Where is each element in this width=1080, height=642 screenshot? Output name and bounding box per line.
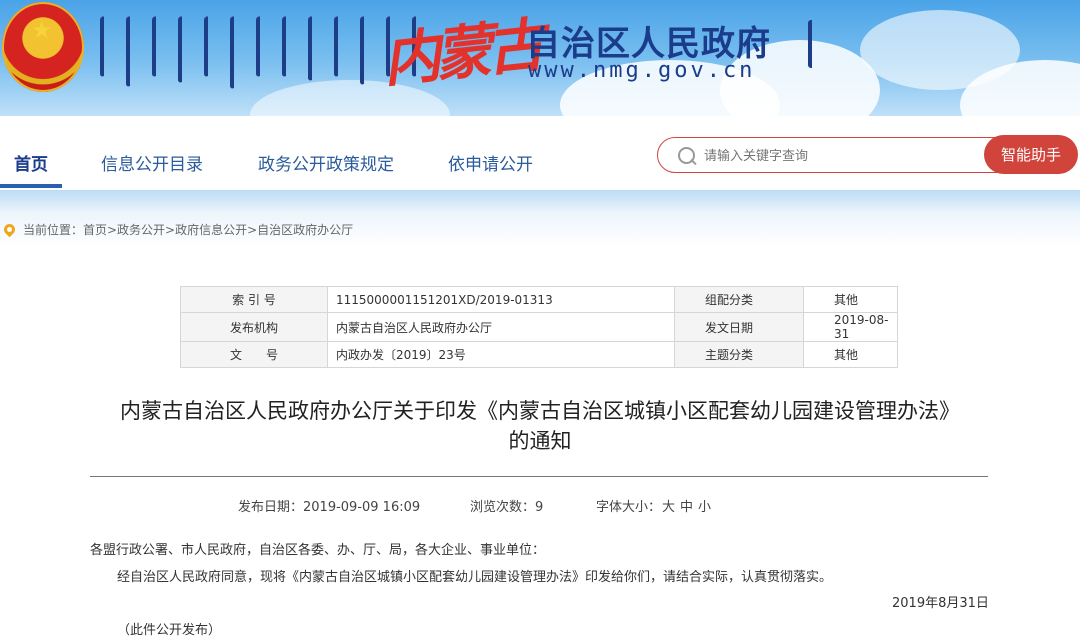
search-icon — [678, 147, 695, 164]
mongolian-script-logo — [100, 15, 424, 89]
nav-apply-disclosure[interactable]: 依申请公开 — [448, 150, 533, 175]
publication-note: （此件公开发布） — [117, 623, 222, 638]
document-meta-table: 索 引 号 1115000001151201XD/2019-01313 组配分类… — [180, 286, 898, 368]
brand-cursive-logo: 内蒙古 — [379, 11, 542, 95]
breadcrumb-text[interactable]: 当前位置：首页>政务公开>政府信息公开>自治区政府办公厅 — [23, 221, 353, 238]
search-input[interactable] — [702, 144, 986, 168]
nav-home[interactable]: 首页 — [14, 150, 48, 175]
meta-key: 组配分类 — [674, 286, 804, 313]
nav-active-indicator — [0, 184, 62, 188]
meta-key: 发布机构 — [180, 312, 328, 342]
site-url: www.nmg.gov.cn — [528, 58, 756, 83]
publish-date: 发布日期：2019-09-09 16:09 — [238, 500, 421, 515]
salutation: 各盟行政公署、市人民政府，自治区各委、办、厅、局，各大企业、事业单位： — [90, 543, 546, 558]
meta-value: 内政办发〔2019〕23号 — [327, 341, 675, 368]
document-title-line: 的通知 — [508, 429, 572, 453]
meta-value: 其他 — [803, 341, 898, 368]
breadcrumb: 当前位置：首页>政务公开>政府信息公开>自治区政府办公厅 — [1, 221, 353, 238]
breadcrumb-bar — [0, 190, 1080, 248]
document-title: 内蒙古自治区人民政府办公厅关于印发《内蒙古自治区城镇小区配套幼儿园建设管理办法》… — [60, 396, 1020, 456]
meta-key: 发文日期 — [674, 312, 804, 342]
header-banner: ★ 内蒙古 自治区人民政府 www.nmg.gov.cn — [0, 0, 1080, 116]
meta-value: 内蒙古自治区人民政府办公厅 — [327, 312, 675, 342]
national-emblem-icon: ★ — [2, 2, 84, 92]
title-divider — [90, 476, 988, 477]
document-title-line: 内蒙古自治区人民政府办公厅关于印发《内蒙古自治区城镇小区配套幼儿园建设管理办法》 — [120, 399, 960, 423]
meta-key: 索 引 号 — [180, 286, 328, 313]
smart-assistant-button[interactable]: 智能助手 — [984, 135, 1078, 174]
meta-value: 其他 — [803, 286, 898, 313]
font-size-label: 字体大小： — [596, 500, 662, 515]
body-paragraph: 经自治区人民政府同意，现将《内蒙古自治区城镇小区配套幼儿园建设管理办法》印发给你… — [117, 570, 833, 585]
meta-value: 1115000001151201XD/2019-01313 — [327, 286, 675, 313]
table-row: 发布机构 内蒙古自治区人民政府办公厅 发文日期 2019-08-31 — [180, 312, 898, 342]
nav-policy-rules[interactable]: 政务公开政策规定 — [258, 150, 394, 175]
meta-key: 主题分类 — [674, 341, 804, 368]
meta-key: 文 号 — [180, 341, 328, 368]
font-small-button[interactable]: 小 — [698, 496, 711, 515]
font-large-button[interactable]: 大 — [662, 496, 675, 515]
mongolian-script-mark — [808, 20, 818, 68]
view-count: 浏览次数：9 — [470, 500, 544, 515]
sign-date: 2019年8月31日 — [892, 596, 989, 611]
meta-value: 2019-08-31 — [803, 312, 898, 342]
nav-info-catalog[interactable]: 信息公开目录 — [101, 150, 203, 175]
location-pin-icon — [1, 221, 18, 238]
font-medium-button[interactable]: 中 — [680, 496, 693, 515]
table-row: 索 引 号 1115000001151201XD/2019-01313 组配分类… — [180, 286, 898, 313]
table-row: 文 号 内政办发〔2019〕23号 主题分类 其他 — [180, 341, 898, 368]
